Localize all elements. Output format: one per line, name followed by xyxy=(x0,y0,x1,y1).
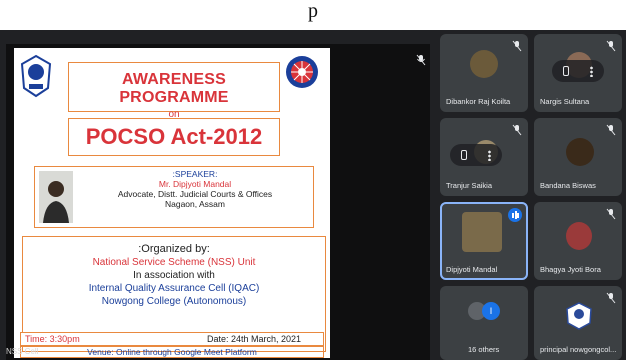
college-logo-icon xyxy=(20,54,52,98)
mic-off-icon xyxy=(606,40,616,52)
participant-name: 16 others xyxy=(468,345,500,354)
mic-off-icon xyxy=(512,124,522,136)
pin-icon[interactable] xyxy=(460,150,467,160)
pin-icon[interactable] xyxy=(562,66,569,76)
participant-avatar xyxy=(566,138,594,166)
participant-tile[interactable]: Nargis Sultana xyxy=(534,34,622,112)
speaker-details: :SPEAKER: Mr. Dipjyoti Mandal Advocate, … xyxy=(79,169,311,209)
tile-controls[interactable] xyxy=(450,144,502,166)
more-vert-icon[interactable] xyxy=(488,149,492,161)
speaker-designation: Advocate, Distt. Judicial Courts & Offic… xyxy=(117,189,273,199)
participant-name: Bhagya Jyoti Bora xyxy=(540,265,601,274)
participant-tile-others[interactable]: I 16 others xyxy=(440,286,528,360)
speaker-box: :SPEAKER: Mr. Dipjyoti Mandal Advocate, … xyxy=(34,166,314,228)
iqac-line: Internal Quality Assurance Cell (IQAC) xyxy=(88,283,260,294)
college-logo-icon xyxy=(566,302,592,330)
participant-avatar xyxy=(566,222,592,250)
participant-name: Dipjyoti Mandal xyxy=(446,265,498,274)
participant-tile[interactable]: Bandana Biswas xyxy=(534,118,622,196)
association-line: In association with xyxy=(133,270,215,281)
participant-tile[interactable]: Dibankor Raj Koilta xyxy=(440,34,528,112)
organizer-unit: National Service Scheme (NSS) Unit xyxy=(92,257,256,268)
event-time: Time: 3:30pm xyxy=(25,334,80,344)
speaker-place: Nagaon, Assam xyxy=(164,199,225,209)
top-text-fragment: p xyxy=(308,0,318,22)
participant-tile[interactable]: Bhagya Jyoti Bora xyxy=(534,202,622,280)
participant-video xyxy=(462,212,502,252)
meet-window: AWARENESS PROGRAMME on POCSO Act-2012 :S… xyxy=(0,30,626,360)
presenter-label: NSS Cell xyxy=(6,347,39,356)
speaker-heading: :SPEAKER: xyxy=(172,169,218,179)
presentation-stage[interactable]: AWARENESS PROGRAMME on POCSO Act-2012 :S… xyxy=(6,44,430,360)
act-title-box: POCSO Act-2012 xyxy=(68,118,280,156)
presentation-slide: AWARENESS PROGRAMME on POCSO Act-2012 :S… xyxy=(14,48,330,358)
participant-name: Tranjur Saikia xyxy=(446,181,492,190)
speaker-photo xyxy=(39,171,73,223)
participant-name: Nargis Sultana xyxy=(540,97,590,106)
participant-tile[interactable]: Tranjur Saikia xyxy=(440,118,528,196)
time-date-row: Time: 3:30pm Date: 24th March, 2021 xyxy=(20,332,324,346)
top-strip: p xyxy=(0,0,626,30)
participant-tile-active-speaker[interactable]: Dipjyoti Mandal xyxy=(440,202,528,280)
mic-off-icon xyxy=(416,54,426,66)
programme-title: AWARENESS PROGRAMME xyxy=(119,71,229,106)
participant-name: Bandana Biswas xyxy=(540,181,596,190)
organized-by: :Organized by: xyxy=(138,243,210,255)
speaking-icon xyxy=(508,208,522,222)
act-title: POCSO Act-2012 xyxy=(85,124,263,149)
mic-off-icon xyxy=(606,208,616,220)
tile-controls[interactable] xyxy=(552,60,604,82)
mic-off-icon xyxy=(512,40,522,52)
others-avatar: I xyxy=(482,302,500,320)
participant-avatar xyxy=(470,50,498,78)
event-date: Date: 24th March, 2021 xyxy=(207,334,302,344)
speaker-name: Mr. Dipjyoti Mandal xyxy=(158,179,232,189)
participant-tile[interactable]: principal nowgongcol... xyxy=(534,286,622,360)
nss-logo-icon xyxy=(286,56,318,88)
more-vert-icon[interactable] xyxy=(590,65,594,77)
participant-name: principal nowgongcol... xyxy=(540,345,617,354)
programme-title-box: AWARENESS PROGRAMME on xyxy=(68,62,280,120)
event-venue: Venue: Online through Google Meet Platfo… xyxy=(20,346,324,358)
participant-name: Dibankor Raj Koilta xyxy=(446,97,511,106)
mic-off-icon xyxy=(606,292,616,304)
mic-off-icon xyxy=(606,124,616,136)
college-line: Nowgong College (Autonomous) xyxy=(101,296,247,307)
